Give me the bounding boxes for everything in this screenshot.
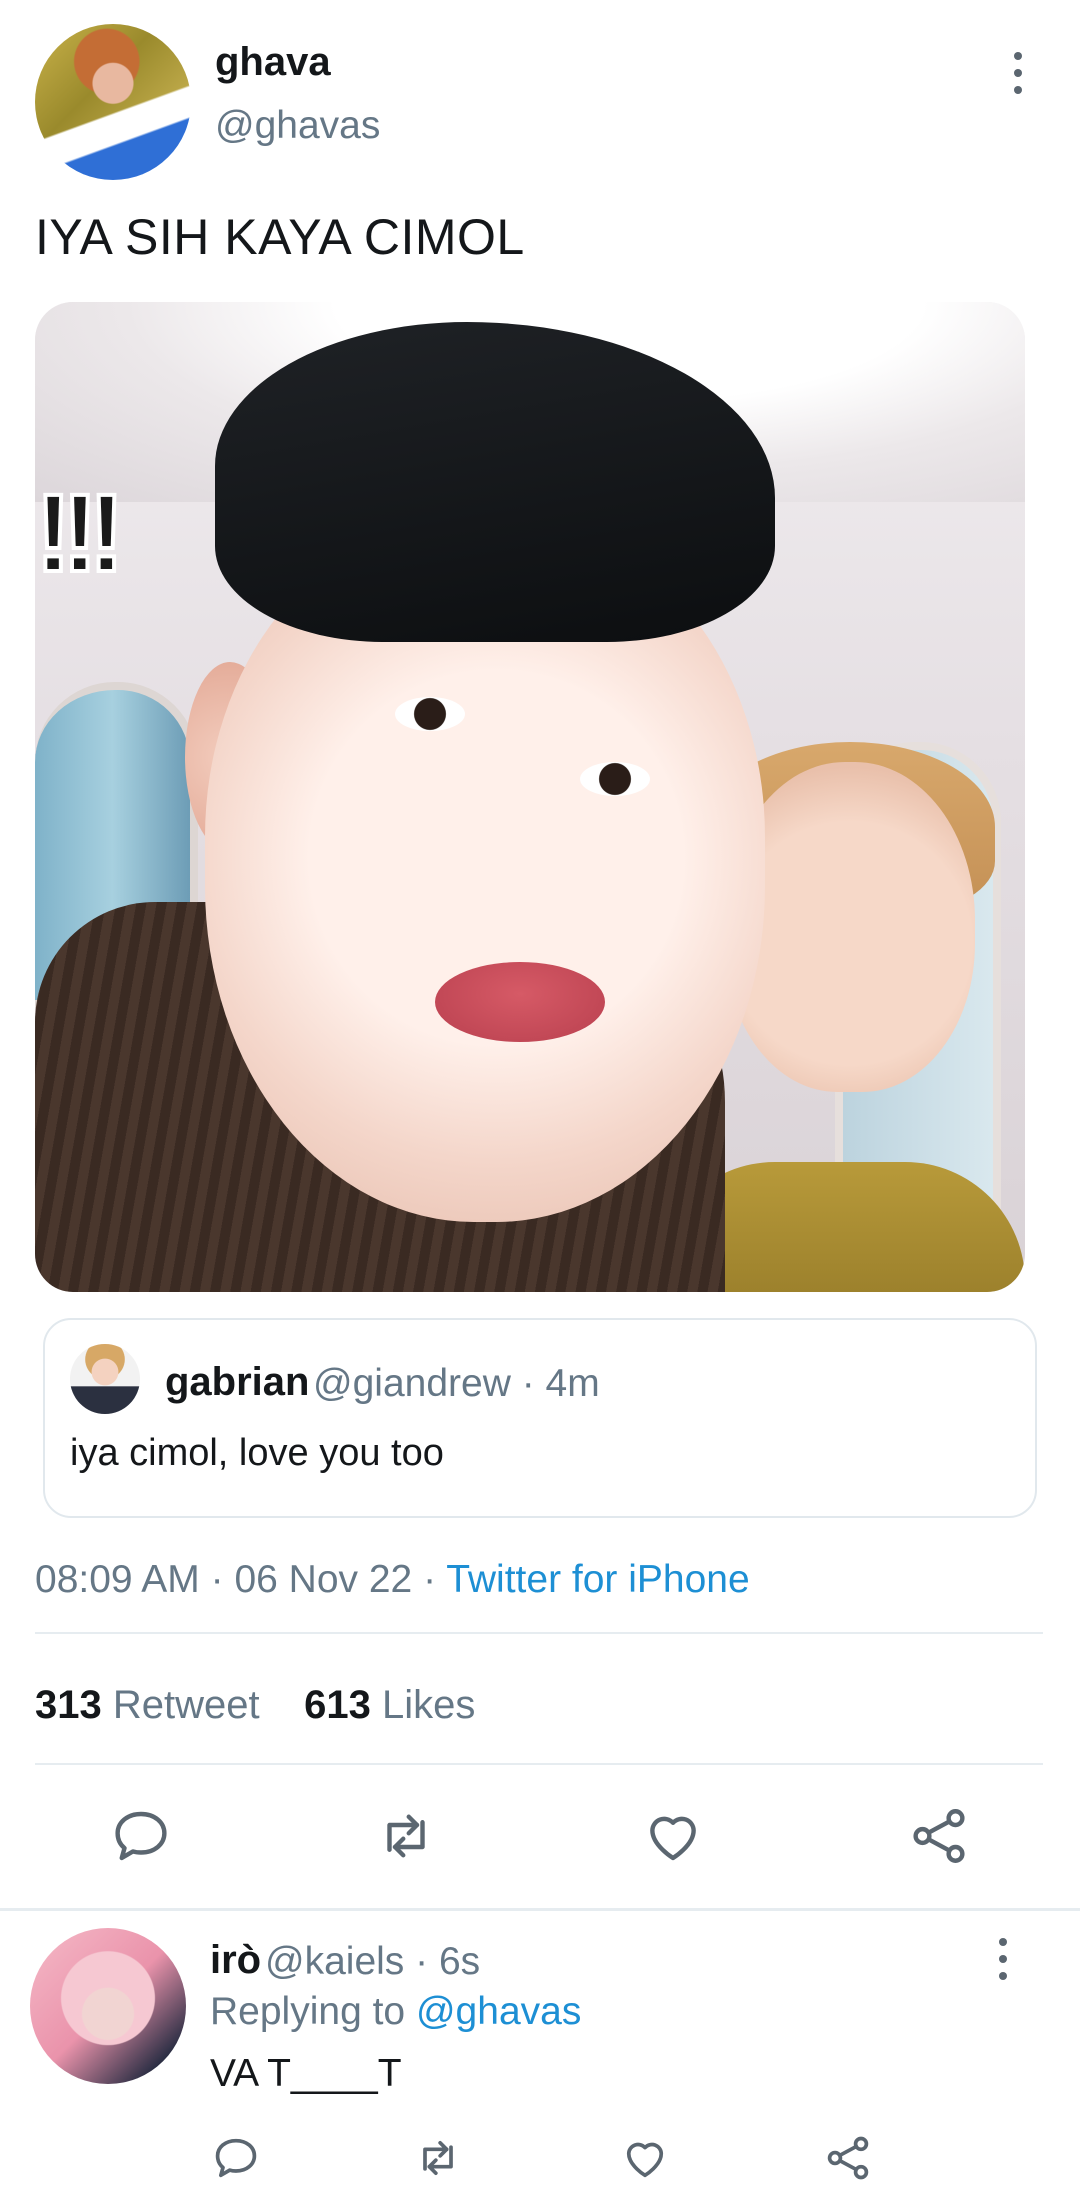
retweet-icon[interactable]: [373, 1803, 439, 1869]
more-icon[interactable]: [1000, 52, 1036, 102]
media-lips: [435, 962, 605, 1042]
like-icon[interactable]: [640, 1803, 706, 1869]
reply-avatar[interactable]: [30, 1928, 186, 2084]
retweet-label[interactable]: Retweet: [113, 1683, 260, 1727]
replying-to: Replying to @ghavas: [210, 1990, 581, 2034]
reply-handle-time: @kaiels · 6s: [265, 1940, 481, 1983]
divider: [35, 1763, 1043, 1765]
retweet-icon[interactable]: [412, 2132, 464, 2184]
media-eye-right: [580, 762, 650, 796]
tweet-date: 06 Nov 22: [234, 1558, 413, 1601]
like-icon[interactable]: [619, 2132, 671, 2184]
tweet-meta: 08:09 AM · 06 Nov 22 · Twitter for iPhon…: [35, 1558, 750, 1602]
reply-text: VA T____T: [210, 2052, 402, 2095]
tweet-time: 08:09 AM: [35, 1558, 200, 1601]
section-divider: [0, 1908, 1080, 1911]
meta-separator: ·: [199, 1558, 235, 1601]
replying-prefix: Replying to: [210, 1990, 406, 2033]
author-name[interactable]: ghava: [215, 40, 331, 85]
author-handle[interactable]: @ghavas: [215, 104, 380, 148]
media-overlay-text: !!!: [35, 470, 127, 597]
tweet-media-image[interactable]: !!!: [35, 302, 1025, 1292]
quoted-name[interactable]: gabrian: [165, 1360, 309, 1405]
share-icon[interactable]: [822, 2132, 874, 2184]
share-icon[interactable]: [906, 1803, 972, 1869]
author-avatar[interactable]: [35, 24, 191, 180]
more-icon[interactable]: [985, 1938, 1021, 1988]
quoted-text: iya cimol, love you too: [70, 1432, 444, 1474]
replying-handle-link[interactable]: @ghavas: [416, 1990, 581, 2033]
retweet-count[interactable]: 313: [35, 1683, 102, 1727]
quoted-handle-time: @giandrew · 4m: [313, 1362, 600, 1405]
meta-separator: ·: [412, 1558, 447, 1601]
divider: [35, 1632, 1043, 1634]
reply-name[interactable]: irò: [210, 1938, 261, 1983]
tweet-source-link[interactable]: Twitter for iPhone: [446, 1558, 749, 1601]
reply-icon[interactable]: [108, 1803, 174, 1869]
quoted-tweet-card[interactable]: [43, 1318, 1037, 1518]
media-eye-left: [395, 697, 465, 731]
tweet-stats: 313 Retweet 613 Likes: [35, 1683, 475, 1728]
tweet-text: IYA SIH KAYA CIMOL: [35, 209, 525, 265]
quoted-avatar[interactable]: [70, 1344, 140, 1414]
likes-label[interactable]: Likes: [382, 1683, 475, 1727]
reply-icon[interactable]: [210, 2132, 262, 2184]
likes-count[interactable]: 613: [304, 1683, 371, 1727]
